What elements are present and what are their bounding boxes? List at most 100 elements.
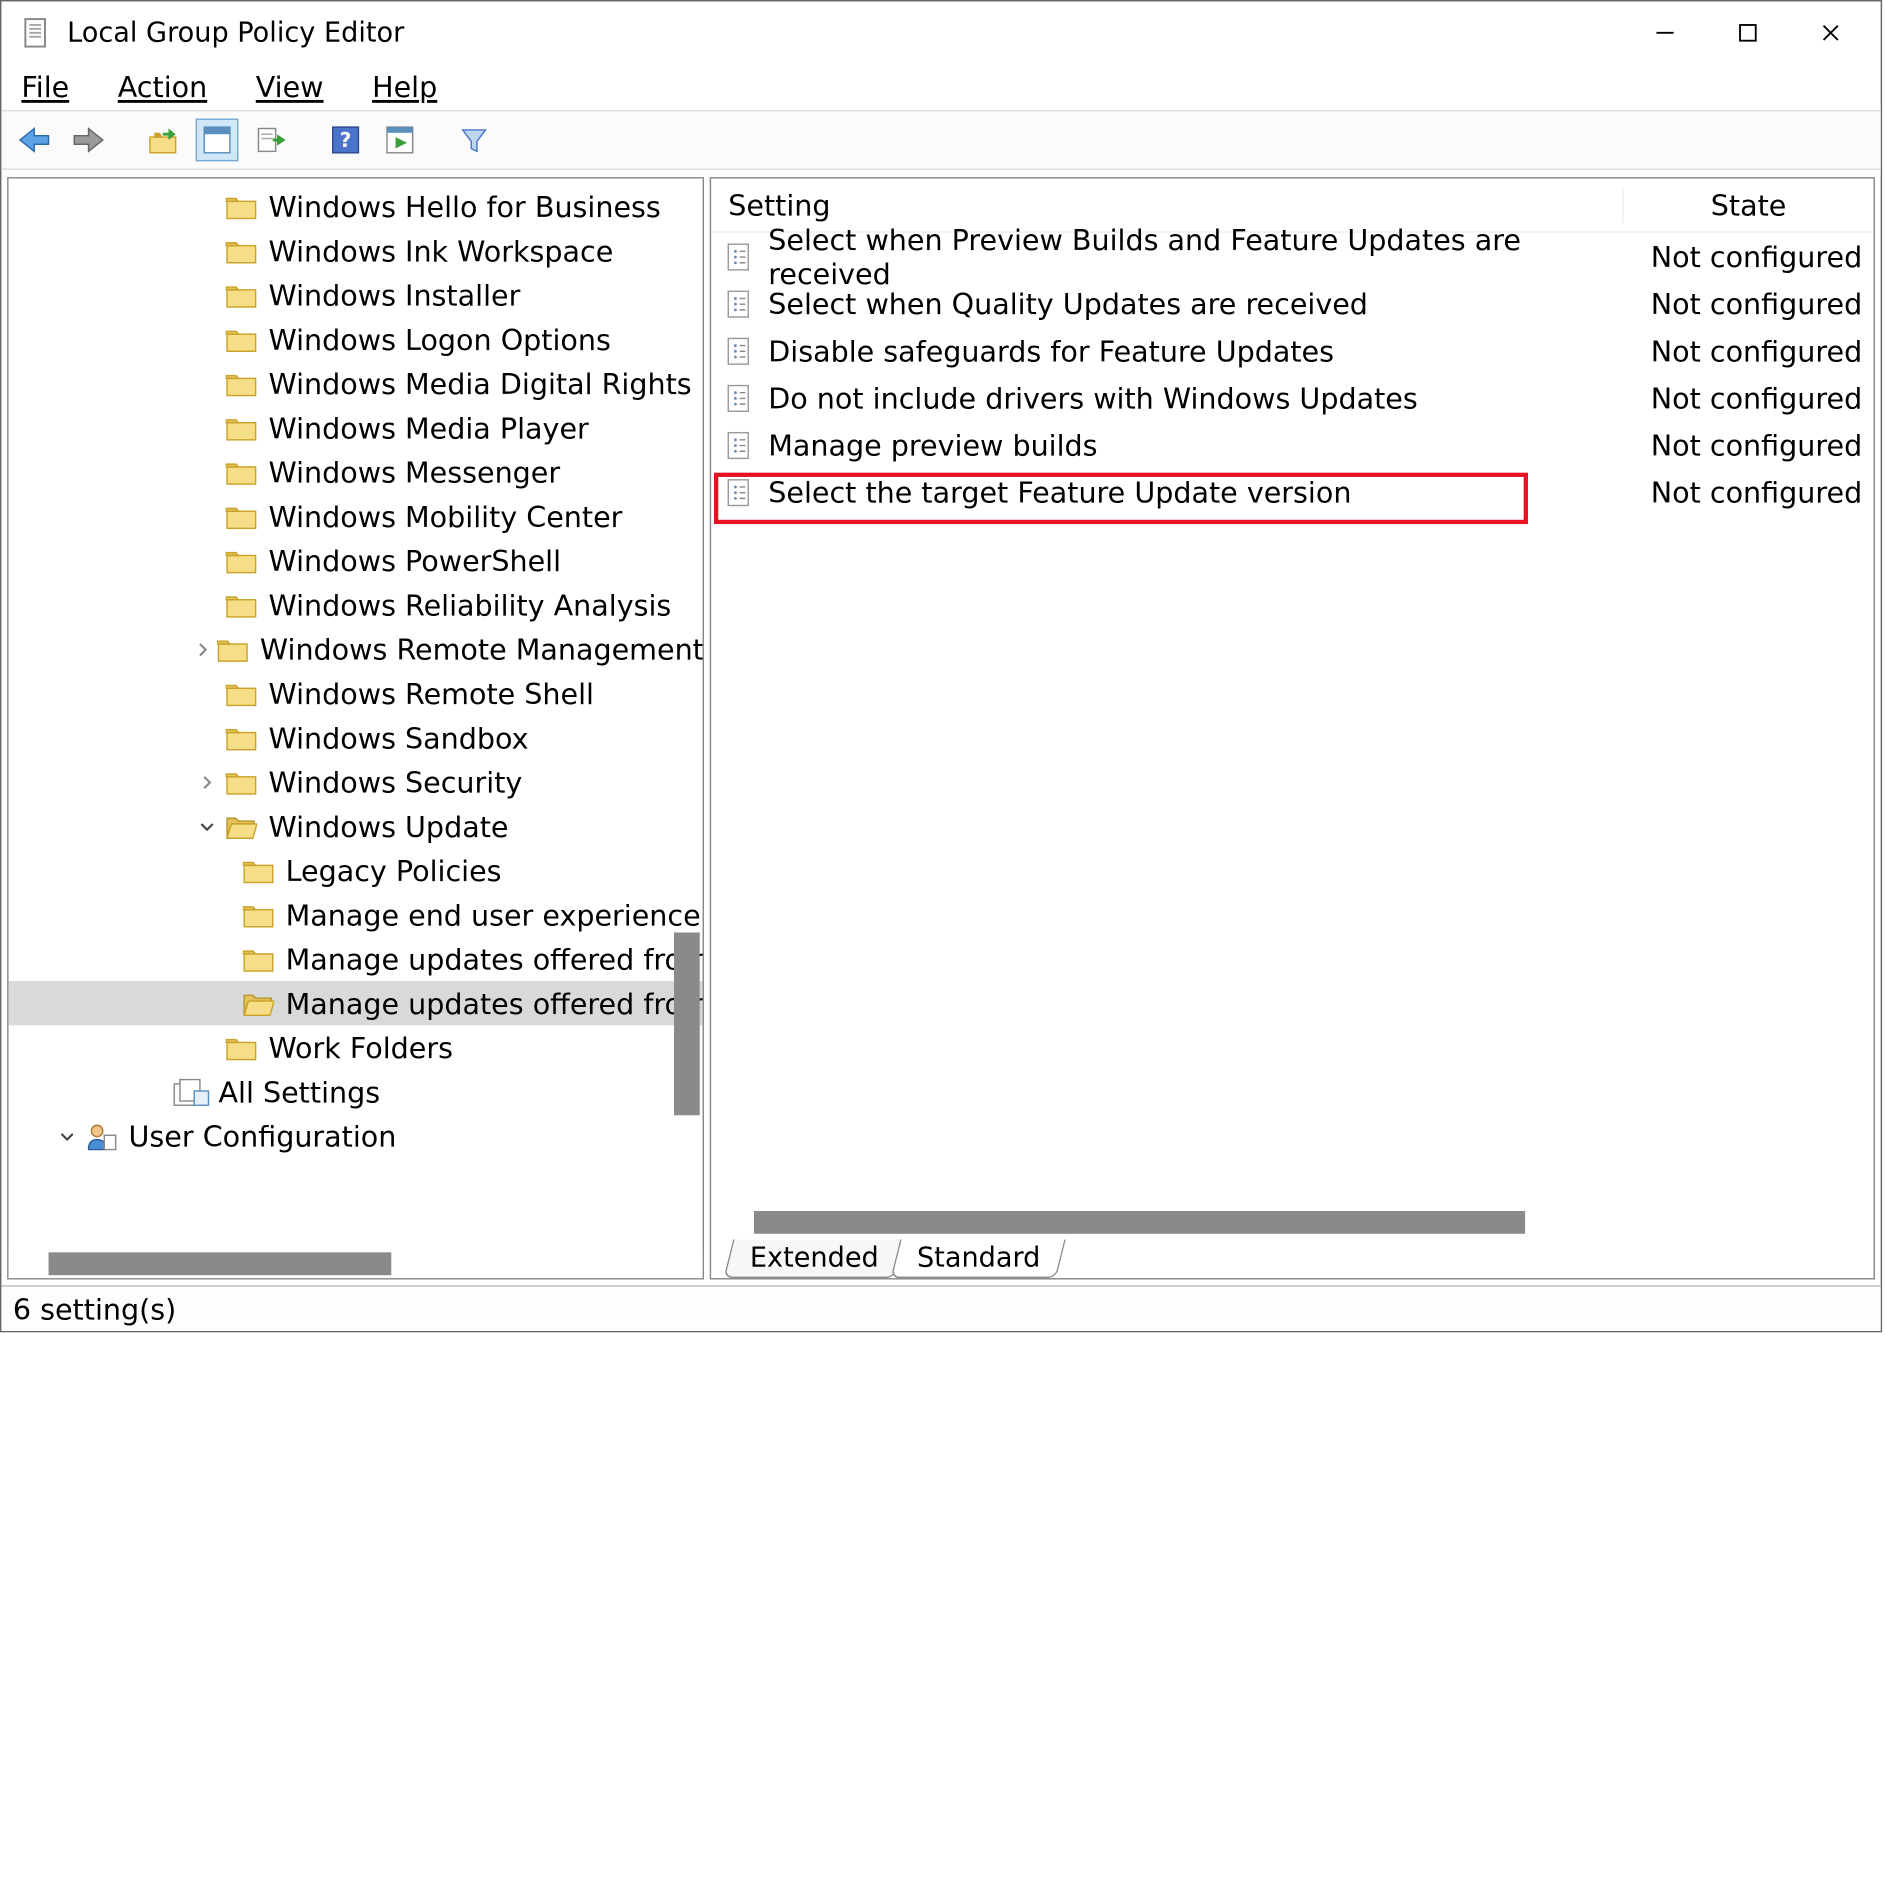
folder-icon [217,636,248,662]
policy-row[interactable]: Select when Quality Updates are received… [711,280,1873,327]
menu-file[interactable]: File [16,67,75,107]
chevron-down-icon[interactable] [54,1127,80,1144]
folder-icon [226,1035,257,1061]
maximize-button[interactable] [1706,4,1789,61]
folder-icon [226,459,257,485]
folder-icon [226,548,257,574]
up-button[interactable] [141,119,184,162]
tree-item[interactable]: Windows Media Digital Rights [9,361,703,405]
tree-item[interactable]: Work Folders [9,1025,703,1069]
menu-help[interactable]: Help [366,67,443,107]
policy-icon [725,336,754,365]
tree-item[interactable]: Windows Hello for Business [9,184,703,228]
tree-item-label: Work Folders [268,1030,453,1064]
folder-icon [226,680,257,706]
main-split: Windows Hello for BusinessWindows Ink Wo… [1,170,1880,1285]
show-tree-button[interactable] [196,119,239,162]
tree-item[interactable]: Windows Security [9,760,703,804]
tree-item[interactable]: Windows Remote Shell [9,671,703,715]
policy-row[interactable]: Select the target Feature Update version… [711,468,1873,515]
tree-item[interactable]: Manage updates offered from [9,981,703,1025]
run-button[interactable] [378,119,421,162]
tree-item[interactable]: Windows PowerShell [9,538,703,582]
scrollbar-thumb[interactable] [49,1252,392,1275]
policy-row[interactable]: Manage preview buildsNot configured [711,421,1873,468]
back-button[interactable] [13,119,56,162]
tree-item[interactable]: Manage end user experience [9,893,703,937]
policy-state: Not configured [1622,333,1873,367]
tree-item[interactable]: Windows Update [9,804,703,848]
tree-item[interactable]: Windows Messenger [9,450,703,494]
tree-item[interactable]: Windows Ink Workspace [9,228,703,272]
folder-icon [226,371,257,397]
tree-item-label: Windows Sandbox [268,720,528,754]
menu-action[interactable]: Action [112,67,213,107]
tree-vertical-scrollbar[interactable] [671,179,702,1221]
details-pane: Setting State Select when Preview Builds… [710,177,1875,1279]
svg-text:?: ? [340,128,352,152]
tree-pane: Windows Hello for BusinessWindows Ink Wo… [7,177,704,1279]
close-button[interactable] [1789,4,1872,61]
tree-horizontal-scrollbar[interactable] [9,1250,703,1279]
tree-item[interactable]: Windows Remote Management [9,627,703,671]
policy-name: Manage preview builds [768,428,1097,462]
tree-item-label: Windows Media Player [268,411,588,445]
column-setting[interactable]: Setting [711,188,1622,222]
policy-list[interactable]: Setting State Select when Preview Builds… [711,179,1873,1209]
policy-state: Not configured [1622,381,1873,415]
folder-icon [226,415,257,441]
tree-item[interactable]: Windows Media Player [9,406,703,450]
status-text: 6 setting(s) [13,1292,176,1326]
column-state[interactable]: State [1622,188,1873,222]
folder-icon [226,725,257,751]
tree-item[interactable]: Windows Sandbox [9,715,703,759]
folder-icon [226,238,257,264]
tree-item[interactable]: Windows Installer [9,273,703,317]
chevron-right-icon[interactable] [194,640,211,657]
policy-name: Select when Preview Builds and Feature U… [768,222,1622,291]
scrollbar-thumb[interactable] [754,1211,1525,1234]
user-icon [86,1122,117,1151]
scrollbar-thumb[interactable] [674,932,700,1115]
app-window: Local Group Policy Editor File Action Vi… [0,0,1882,1332]
tree-item-all-settings[interactable]: All Settings [9,1070,703,1114]
help-button[interactable]: ? [324,119,367,162]
tree-item-label: All Settings [218,1075,380,1109]
menu-view[interactable]: View [250,67,329,107]
titlebar: Local Group Policy Editor [1,1,1880,64]
policy-state: Not configured [1622,239,1873,273]
filter-button[interactable] [453,119,496,162]
list-horizontal-scrollbar[interactable] [711,1208,1873,1237]
policy-name: Disable safeguards for Feature Updates [768,333,1334,367]
policy-row[interactable]: Select when Preview Builds and Feature U… [711,233,1873,280]
chevron-down-icon[interactable] [194,818,220,835]
policy-name: Select the target Feature Update version [768,475,1351,509]
minimize-button[interactable] [1624,4,1707,61]
export-list-button[interactable] [250,119,293,162]
policy-row[interactable]: Do not include drivers with Windows Upda… [711,374,1873,421]
toolbar: ? [1,110,1880,170]
folder-icon [243,946,274,972]
folder-icon [226,193,257,219]
tree-item-label: Windows Media Digital Rights [268,366,691,400]
tree-item[interactable]: Manage updates offered from [9,937,703,981]
chevron-right-icon[interactable] [194,773,220,790]
tree[interactable]: Windows Hello for BusinessWindows Ink Wo… [9,179,703,1159]
tree-item[interactable]: Windows Reliability Analysis [9,583,703,627]
tree-item[interactable]: Windows Mobility Center [9,494,703,538]
forward-button[interactable] [67,119,110,162]
folder-icon [243,902,274,928]
tree-item-label: User Configuration [129,1119,397,1153]
folder-icon [226,592,257,618]
tab-extended[interactable]: Extended [723,1240,904,1279]
tree-item-label: Legacy Policies [286,853,502,887]
tree-item[interactable]: Legacy Policies [9,848,703,892]
policy-icon [725,383,754,412]
tree-item-label: Windows Reliability Analysis [268,588,671,622]
tree-item-user-configuration[interactable]: User Configuration [9,1114,703,1158]
policy-row[interactable]: Disable safeguards for Feature Updates No… [711,327,1873,374]
tree-item[interactable]: Windows Logon Options [9,317,703,361]
policy-icon [725,478,754,507]
tree-item-label: Manage updates offered from [286,986,703,1020]
tab-standard[interactable]: Standard [891,1240,1067,1279]
